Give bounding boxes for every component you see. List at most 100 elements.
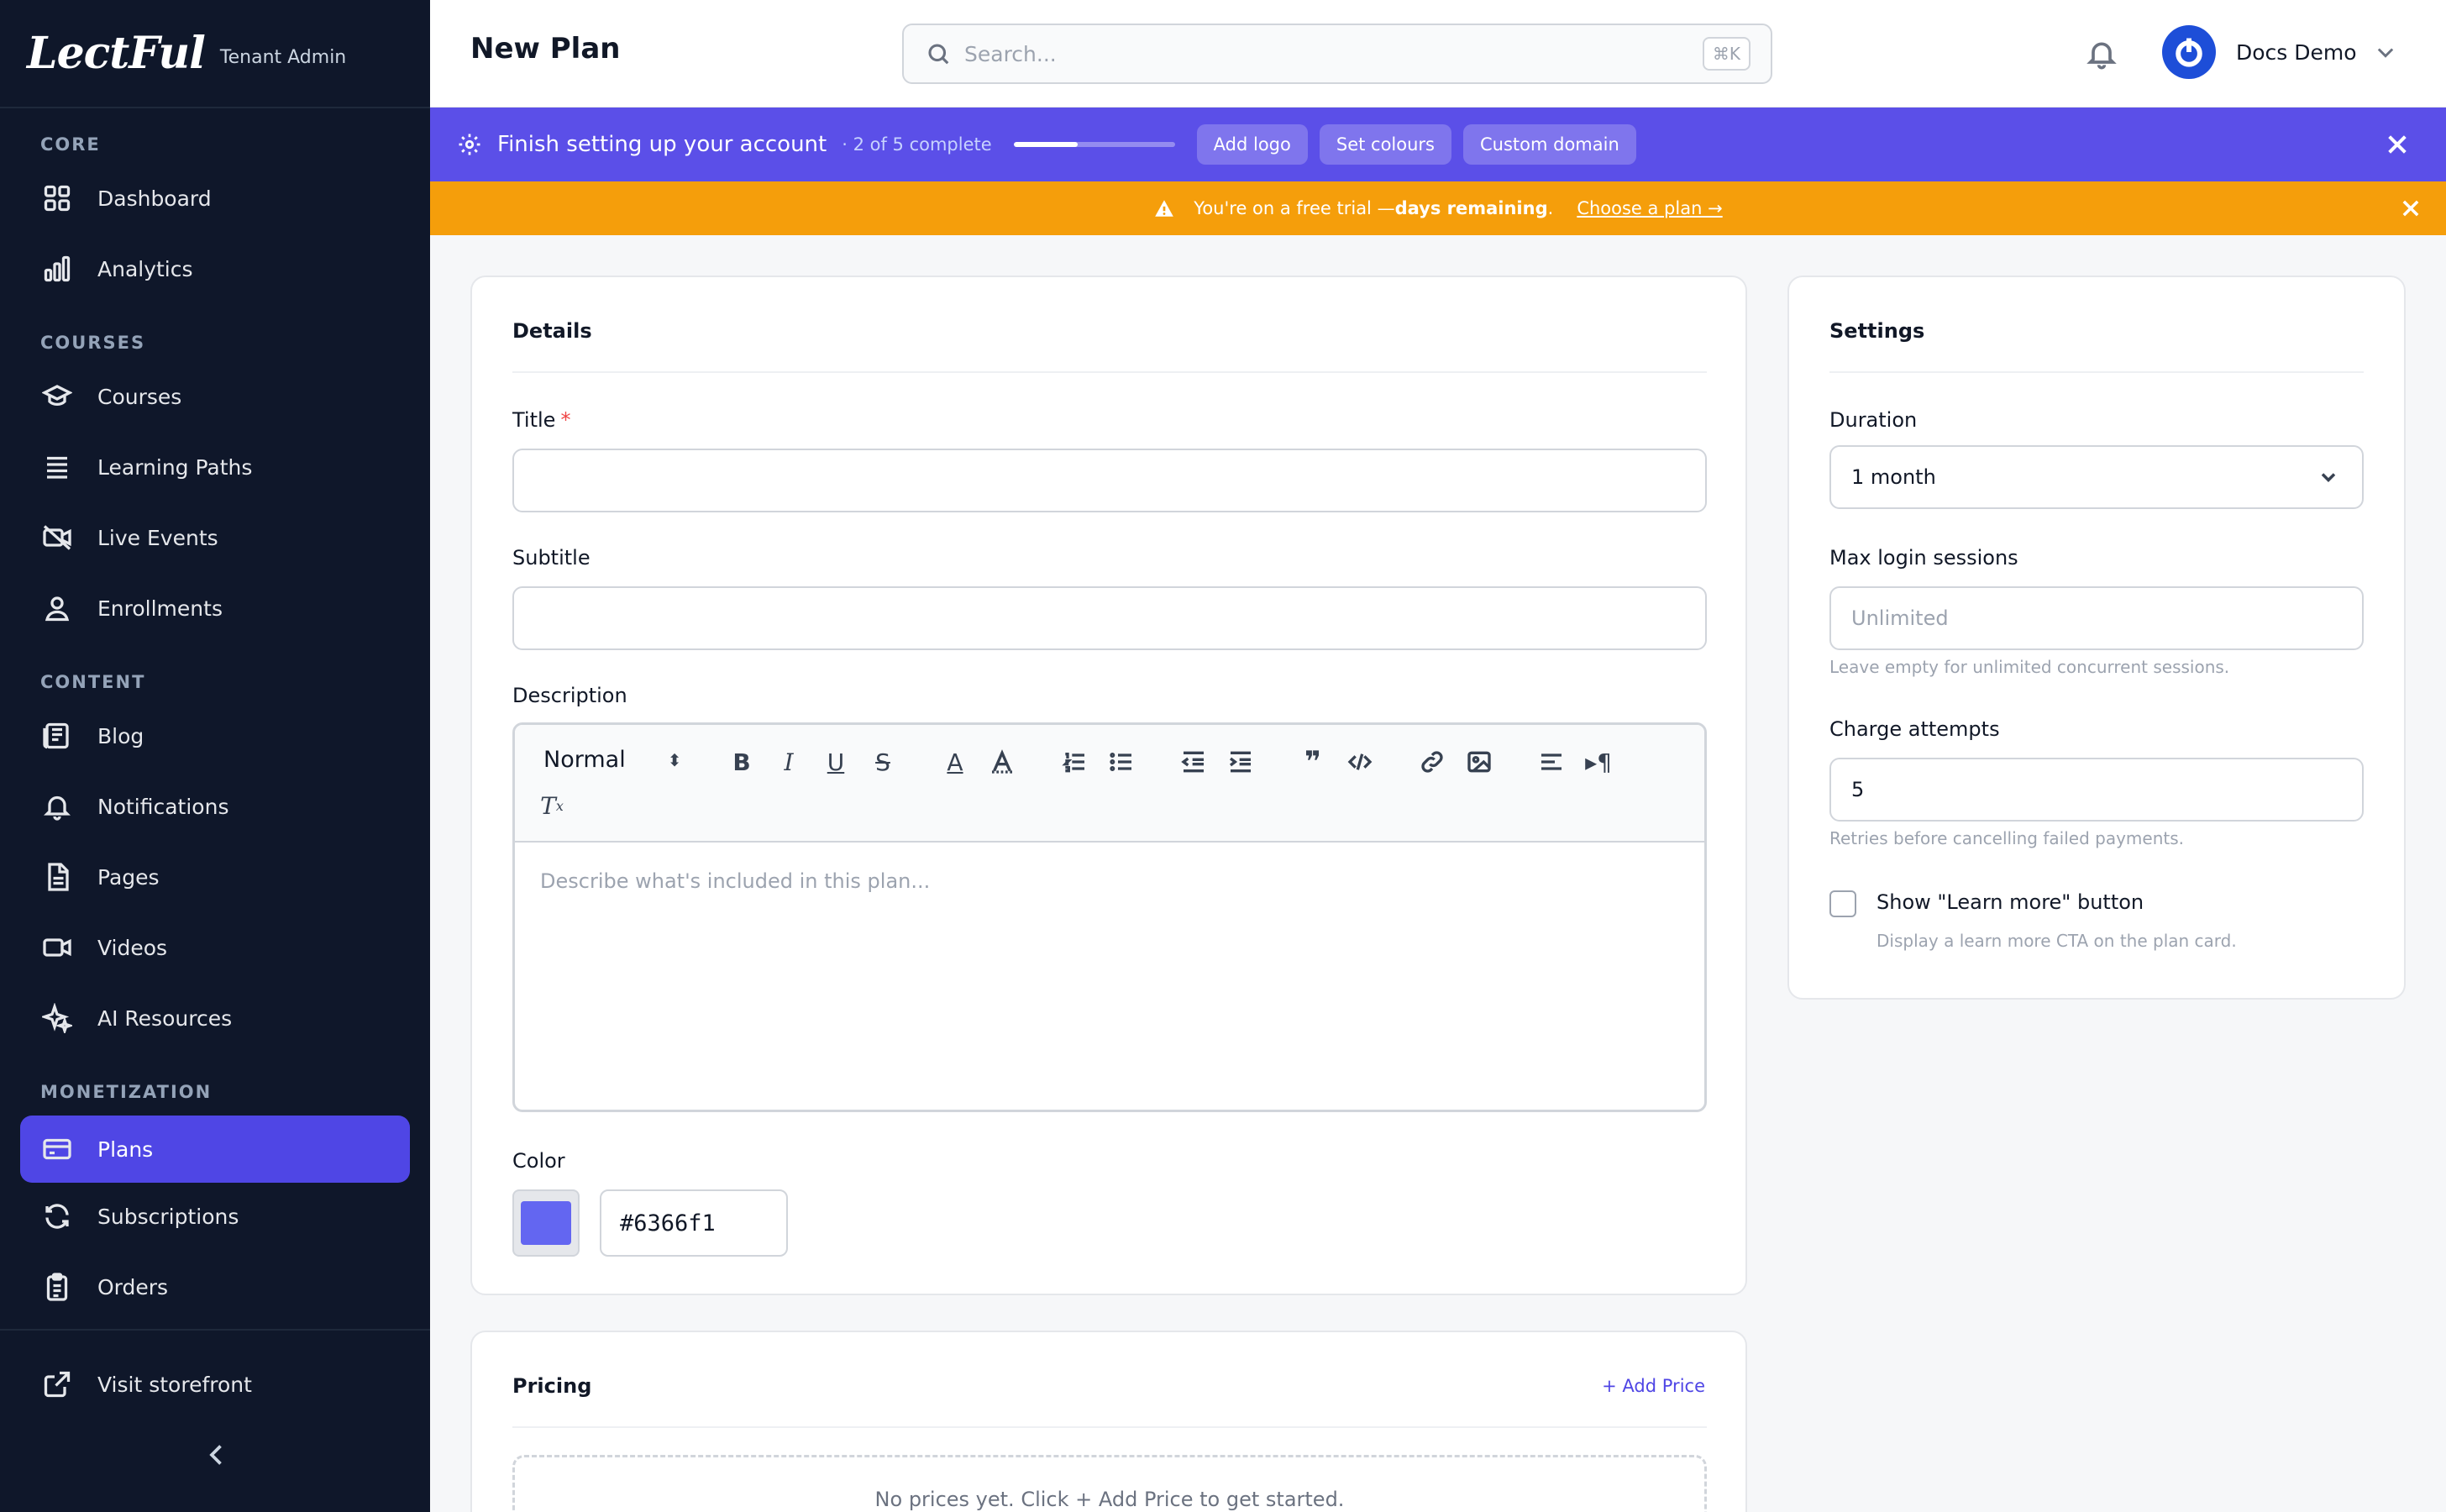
- bold-button[interactable]: B: [725, 745, 758, 779]
- charge-attempts-label: Charge attempts: [1829, 717, 2000, 741]
- image-button[interactable]: [1462, 745, 1496, 779]
- strikethrough-button[interactable]: S: [866, 745, 900, 779]
- set-colours-button[interactable]: Set colours: [1319, 124, 1451, 165]
- learn-more-label: Show "Learn more" button: [1876, 890, 2144, 914]
- collapse-sidebar-button[interactable]: [202, 1440, 232, 1470]
- divider: [512, 1426, 1707, 1428]
- learn-more-checkbox[interactable]: [1829, 890, 1856, 917]
- grid-icon: [42, 183, 72, 213]
- custom-domain-button[interactable]: Custom domain: [1463, 124, 1636, 165]
- link-button[interactable]: [1415, 745, 1449, 779]
- brand[interactable]: LectFul Tenant Admin: [27, 24, 346, 82]
- subtitle-input[interactable]: [512, 586, 1707, 650]
- text-direction-button[interactable]: ▸¶: [1582, 745, 1615, 779]
- credit-card-icon: [42, 1134, 72, 1164]
- duration-value: 1 month: [1851, 465, 1936, 489]
- ordered-list-icon: [1062, 753, 1084, 773]
- close-icon[interactable]: [2384, 131, 2411, 158]
- sidebar-item-enrollments[interactable]: Enrollments: [20, 575, 410, 642]
- sidebar-item-courses[interactable]: Courses: [20, 363, 410, 430]
- refresh-icon: [42, 1201, 72, 1231]
- sidebar-item-notifications[interactable]: Notifications: [20, 773, 410, 840]
- user-menu[interactable]: Docs Demo: [2162, 25, 2397, 79]
- align-button[interactable]: [1535, 745, 1568, 779]
- sidebar-item-orders[interactable]: Orders: [20, 1253, 410, 1320]
- color-label: Color: [512, 1149, 565, 1173]
- charge-attempts-input[interactable]: [1829, 758, 2364, 822]
- underline-button[interactable]: U: [819, 745, 853, 779]
- italic-button[interactable]: I: [772, 745, 806, 779]
- outdent-button[interactable]: [1177, 745, 1210, 779]
- learn-more-hint: Display a learn more CTA on the plan car…: [1876, 931, 2237, 951]
- format-select[interactable]: Normal ⬍: [543, 747, 681, 773]
- close-icon[interactable]: [2399, 197, 2422, 220]
- file-icon: [42, 862, 72, 892]
- gear-icon: [457, 132, 482, 157]
- settings-card: Settings Duration 1 month Max login sess…: [1787, 276, 2406, 1000]
- blockquote-button[interactable]: ❞: [1296, 745, 1330, 779]
- sidebar-item-videos[interactable]: Videos: [20, 914, 410, 981]
- bullet-list-button[interactable]: [1105, 745, 1138, 779]
- section-content: CONTENT: [40, 672, 146, 692]
- editor-placeholder: Describe what's included in this plan...: [540, 869, 931, 893]
- description-label: Description: [512, 684, 627, 707]
- title-input[interactable]: [512, 449, 1707, 512]
- video-off-icon: [42, 522, 72, 553]
- align-left-icon: [1541, 753, 1562, 770]
- sidebar-item-label: Courses: [97, 384, 182, 409]
- code-button[interactable]: [1343, 745, 1377, 779]
- user-name: Docs Demo: [2236, 39, 2357, 65]
- color-swatch-button[interactable]: [512, 1189, 580, 1257]
- sidebar-item-pages[interactable]: Pages: [20, 843, 410, 911]
- warning-icon: [1153, 197, 1175, 219]
- format-select-value: Normal: [543, 747, 626, 773]
- add-logo-button[interactable]: Add logo: [1196, 124, 1308, 165]
- sidebar-item-subscriptions[interactable]: Subscriptions: [20, 1183, 410, 1250]
- sidebar-item-label: Videos: [97, 935, 168, 960]
- user-icon: [42, 593, 72, 623]
- max-sessions-input[interactable]: [1829, 586, 2364, 650]
- trial-text-prefix: You're on a free trial —: [1194, 198, 1395, 218]
- search-bar[interactable]: ⌘K: [902, 24, 1772, 84]
- code-icon: [1347, 753, 1373, 770]
- section-core: CORE: [40, 134, 101, 155]
- search-input[interactable]: [964, 41, 1703, 66]
- clear-formatting-button[interactable]: Tx: [535, 789, 569, 822]
- sidebar-item-blog[interactable]: Blog: [20, 702, 410, 769]
- list-icon: [42, 452, 72, 482]
- settings-title: Settings: [1829, 319, 1925, 343]
- video-icon: [42, 932, 72, 963]
- sidebar-item-plans[interactable]: Plans: [20, 1116, 410, 1183]
- ordered-list-button[interactable]: [1058, 745, 1091, 779]
- notifications-bell-icon[interactable]: [2085, 37, 2118, 71]
- brand-logo[interactable]: LectFul: [27, 28, 206, 79]
- sidebar-item-analytics[interactable]: Analytics: [20, 235, 410, 302]
- add-price-button[interactable]: + Add Price: [1602, 1376, 1705, 1396]
- setup-title: Finish setting up your account: [497, 132, 827, 157]
- brand-divider: [0, 107, 430, 108]
- sidebar-item-ai-resources[interactable]: AI Resources: [20, 984, 410, 1052]
- indent-button[interactable]: [1224, 745, 1257, 779]
- chevron-down-icon: [2374, 40, 2397, 64]
- color-hex-input[interactable]: #6366f1: [600, 1189, 788, 1257]
- sidebar-item-learning-paths[interactable]: Learning Paths: [20, 433, 410, 501]
- text-color-button[interactable]: A: [938, 745, 972, 779]
- top-header: New Plan ⌘K Docs Demo: [430, 0, 2446, 108]
- max-sessions-label: Max login sessions: [1829, 546, 2018, 570]
- sidebar-item-label: Analytics: [97, 256, 193, 281]
- sidebar-item-label: Notifications: [97, 794, 229, 819]
- bell-icon: [42, 791, 72, 822]
- page-title: New Plan: [470, 32, 621, 66]
- sidebar-item-live-events[interactable]: Live Events: [20, 504, 410, 571]
- duration-select[interactable]: 1 month: [1829, 445, 2364, 509]
- visit-storefront-link[interactable]: Visit storefront: [20, 1351, 410, 1418]
- choose-plan-link[interactable]: Choose a plan →: [1577, 198, 1722, 218]
- external-link-icon: [42, 1369, 72, 1399]
- sidebar-item-dashboard[interactable]: Dashboard: [20, 165, 410, 232]
- link-icon: [1421, 751, 1443, 773]
- sidebar-item-label: Plans: [97, 1137, 154, 1162]
- sidebar-item-label: Orders: [97, 1274, 169, 1299]
- description-editor[interactable]: Normal ⬍ B I U S A ❞ ▸¶ Tx Describe what'…: [512, 722, 1707, 1112]
- sidebar-item-label: Subscriptions: [97, 1204, 239, 1229]
- highlight-button[interactable]: [985, 745, 1019, 779]
